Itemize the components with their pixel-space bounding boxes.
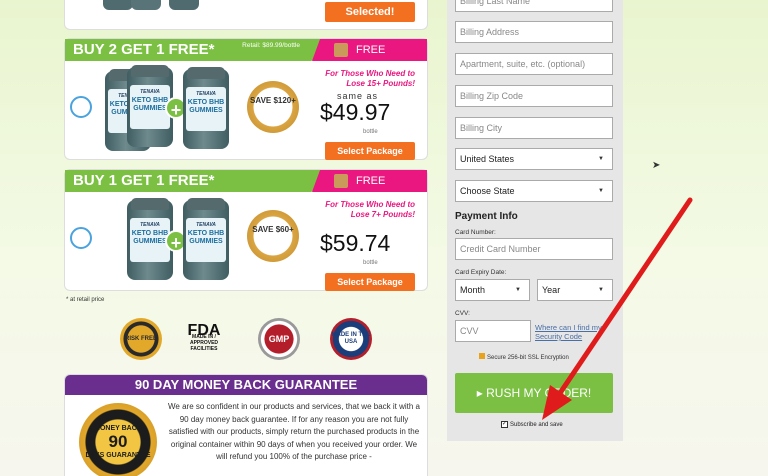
package-banner: BUY 2 GET 1 FREE* Retail: $89.99/bottle … <box>65 39 427 61</box>
country-select[interactable]: United States ▼ <box>455 148 613 170</box>
red-arrow-annotation <box>542 197 693 420</box>
select-package-button[interactable]: Select Package <box>325 142 415 160</box>
apartment-field[interactable]: Apartment, suite, etc. (optional) <box>455 53 613 75</box>
zip-field[interactable]: Billing Zip Code <box>455 85 613 107</box>
billing-last-name-field[interactable]: Billing Last Name <box>455 0 613 12</box>
package-price: $49.97 <box>320 99 391 125</box>
selected-button[interactable]: Selected! <box>325 2 415 22</box>
city-field[interactable]: Billing City <box>455 117 613 139</box>
expiry-label: Card Expiry Date: <box>455 269 507 276</box>
money-back-seal: MONEY BACK 90 DAYS GUARANTEE <box>79 403 157 476</box>
save-seal: SAVE $120+ <box>247 81 299 133</box>
cvv-label: CVV: <box>455 310 470 317</box>
banner-title: BUY 2 GET 1 FREE* <box>73 41 215 58</box>
payment-info-title: Payment Info <box>455 211 518 222</box>
package-card-buy1[interactable]: BUY 1 GET 1 FREE* FREE SHIPPING TENAVA KE… <box>64 169 428 291</box>
month-select[interactable]: Month ▼ <box>455 279 530 301</box>
package-radio[interactable] <box>70 96 92 118</box>
retail-footnote: * at retail price <box>66 297 105 303</box>
package-pitch: For Those Who Need to Lose 15+ Pounds! <box>325 69 415 88</box>
per-bottle-text: bottle <box>363 129 378 135</box>
save-seal: SAVE $60+ <box>247 210 299 262</box>
gmp-badge: GMP <box>258 318 300 360</box>
cvv-field[interactable]: CVV <box>455 320 531 342</box>
retail-price: Retail: $89.99/bottle <box>242 42 300 49</box>
fda-badge: FDA MADE IN / APPROVED FACILITIES <box>187 321 221 352</box>
card-number-label: Card Number: <box>455 229 496 236</box>
lock-icon <box>479 353 485 359</box>
bottle-image: TENAVAKETO BHB GUMMIES <box>183 198 229 280</box>
package-pitch: For Those Who Need to Lose 7+ Pounds! <box>325 200 415 219</box>
gift-icon <box>334 43 348 57</box>
guarantee-title: 90 DAY MONEY BACK GUARANTEE <box>65 375 427 395</box>
checkbox[interactable]: ✓ <box>501 421 508 428</box>
package-banner: BUY 1 GET 1 FREE* FREE SHIPPING <box>65 170 427 192</box>
bottle-image: TENAVAKETO BHB GUMMIES <box>183 67 229 149</box>
guarantee-section: 90 DAY MONEY BACK GUARANTEE MONEY BACK 9… <box>64 374 428 476</box>
guarantee-text: We are so confident in our products and … <box>168 402 420 461</box>
billing-address-field[interactable]: Billing Address <box>455 21 613 43</box>
bottles-image <box>103 0 199 14</box>
package-card-top: bottle Selected! <box>64 0 428 30</box>
caret-down-icon: ▼ <box>598 156 604 162</box>
caret-down-icon: ▼ <box>515 287 521 293</box>
package-price: $59.74 <box>320 230 391 256</box>
gift-icon <box>334 174 348 188</box>
select-package-button[interactable]: Select Package <box>325 273 415 291</box>
made-in-usa-badge: MADE IN THE USA <box>330 318 372 360</box>
mouse-cursor-icon: ➤ <box>652 160 661 171</box>
package-card-buy2[interactable]: BUY 2 GET 1 FREE* Retail: $89.99/bottle … <box>64 38 428 160</box>
risk-free-badge: RISK FREE <box>120 318 162 360</box>
package-radio[interactable] <box>70 227 92 249</box>
banner-title: BUY 1 GET 1 FREE* <box>73 172 215 189</box>
per-bottle-text: bottle <box>363 260 378 266</box>
